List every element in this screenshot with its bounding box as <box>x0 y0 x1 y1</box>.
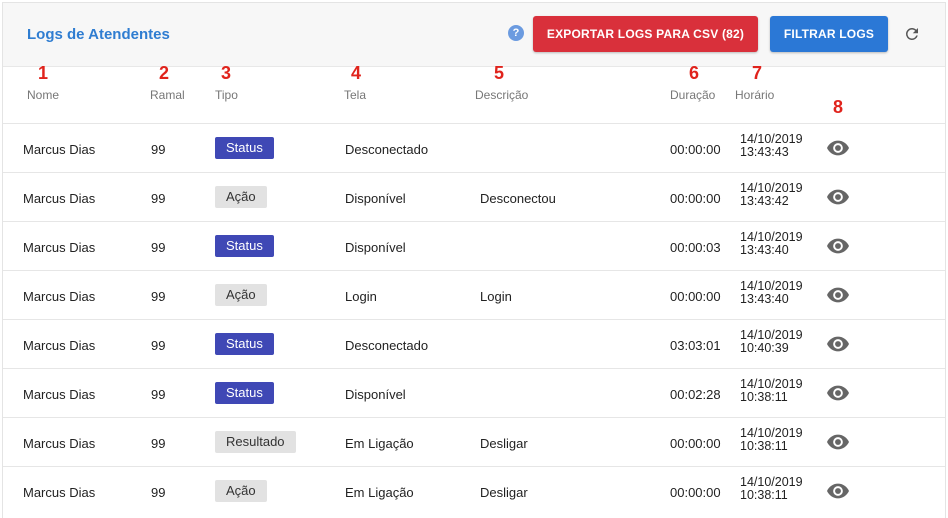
tipo-badge: Resultado <box>215 431 296 453</box>
cell-duracao: 00:00:00 <box>670 142 721 157</box>
cell-horario: 14/10/2019 13:43:40 <box>740 280 803 306</box>
help-icon[interactable]: ? <box>508 25 524 41</box>
horario-time: 13:43:40 <box>740 243 789 257</box>
cell-descricao: Login <box>480 289 512 304</box>
tipo-badge: Ação <box>215 284 267 306</box>
cell-horario: 14/10/2019 10:38:11 <box>740 378 803 404</box>
view-details-eye-icon[interactable] <box>827 434 849 450</box>
horario-time: 10:38:11 <box>740 390 788 404</box>
column-header-nome[interactable]: Nome <box>27 88 59 102</box>
tipo-badge: Ação <box>215 480 267 502</box>
annotation-1: 1 <box>38 63 49 83</box>
cell-horario: 14/10/2019 10:38:11 <box>740 476 803 502</box>
cell-tela: Desconectado <box>345 338 429 353</box>
cell-nome: Marcus Dias <box>23 387 96 402</box>
tipo-badge: Status <box>215 333 274 355</box>
cell-tela: Em Ligação <box>345 436 414 451</box>
filter-logs-button[interactable]: FILTRAR LOGS <box>770 16 888 52</box>
annotation-4: 4 <box>351 63 362 83</box>
cell-descricao: Desligar <box>480 485 528 500</box>
annotation-6: 6 <box>689 63 700 83</box>
cell-tela: Disponível <box>345 387 406 402</box>
horario-time: 13:43:43 <box>740 145 789 159</box>
tipo-badge: Status <box>215 382 274 404</box>
cell-descricao: Desligar <box>480 436 528 451</box>
cell-nome: Marcus Dias <box>23 191 96 206</box>
cell-nome: Marcus Dias <box>23 240 96 255</box>
cell-ramal: 99 <box>151 387 166 402</box>
page-title: Logs de Atendentes <box>27 26 170 43</box>
annotation-3: 3 <box>221 63 232 83</box>
cell-nome: Marcus Dias <box>23 289 96 304</box>
cell-duracao: 00:00:00 <box>670 191 721 206</box>
cell-ramal: 99 <box>151 240 166 255</box>
horario-time: 10:38:11 <box>740 488 788 502</box>
column-header-descricao[interactable]: Descrição <box>475 88 528 102</box>
table-row: Marcus Dias 99 Status Desconectado 03:03… <box>3 319 945 368</box>
horario-time: 13:43:40 <box>740 292 789 306</box>
table-row: Marcus Dias 99 Status Disponível 00:00:0… <box>3 221 945 270</box>
cell-descricao: Desconectou <box>480 191 556 206</box>
cell-tela: Disponível <box>345 191 406 206</box>
annotation-5: 5 <box>494 63 505 83</box>
annotation-8: 8 <box>833 97 844 117</box>
cell-duracao: 00:00:00 <box>670 289 721 304</box>
cell-ramal: 99 <box>151 191 166 206</box>
cell-duracao: 00:02:28 <box>670 387 721 402</box>
cell-duracao: 00:00:00 <box>670 436 721 451</box>
cell-horario: 14/10/2019 10:38:11 <box>740 427 803 453</box>
horario-time: 10:38:11 <box>740 439 788 453</box>
horario-time: 10:40:39 <box>740 341 789 355</box>
column-header-ramal[interactable]: Ramal <box>150 88 185 102</box>
table-row: Marcus Dias 99 Resultado Em Ligação Desl… <box>3 417 945 466</box>
cell-tela: Em Ligação <box>345 485 414 500</box>
cell-ramal: 99 <box>151 289 166 304</box>
tipo-badge: Status <box>215 235 274 257</box>
tipo-badge: Status <box>215 137 274 159</box>
cell-ramal: 99 <box>151 338 166 353</box>
cell-tela: Disponível <box>345 240 406 255</box>
view-details-eye-icon[interactable] <box>827 189 849 205</box>
view-details-eye-icon[interactable] <box>827 385 849 401</box>
cell-nome: Marcus Dias <box>23 142 96 157</box>
cell-horario: 14/10/2019 13:43:43 <box>740 133 803 159</box>
cell-horario: 14/10/2019 13:43:42 <box>740 182 803 208</box>
cell-nome: Marcus Dias <box>23 485 96 500</box>
table-row: Marcus Dias 99 Ação Disponível Desconect… <box>3 172 945 221</box>
cell-horario: 14/10/2019 13:43:40 <box>740 231 803 257</box>
table-row: Marcus Dias 99 Status Disponível 00:02:2… <box>3 368 945 417</box>
view-details-eye-icon[interactable] <box>827 287 849 303</box>
cell-ramal: 99 <box>151 142 166 157</box>
table-row: Marcus Dias 99 Status Desconectado 00:00… <box>3 123 945 172</box>
cell-tela: Login <box>345 289 377 304</box>
tipo-badge: Ação <box>215 186 267 208</box>
cell-nome: Marcus Dias <box>23 338 96 353</box>
cell-tela: Desconectado <box>345 142 429 157</box>
cell-duracao: 03:03:01 <box>670 338 721 353</box>
cell-duracao: 00:00:03 <box>670 240 721 255</box>
column-header-tela[interactable]: Tela <box>344 88 366 102</box>
refresh-icon[interactable] <box>901 23 923 45</box>
horario-time: 13:43:42 <box>740 194 789 208</box>
view-details-eye-icon[interactable] <box>827 140 849 156</box>
annotation-7: 7 <box>752 63 763 83</box>
annotation-2: 2 <box>159 63 170 83</box>
cell-ramal: 99 <box>151 436 166 451</box>
view-details-eye-icon[interactable] <box>827 483 849 499</box>
view-details-eye-icon[interactable] <box>827 336 849 352</box>
logs-panel: Logs de Atendentes ? EXPORTAR LOGS PARA … <box>2 2 946 518</box>
page-header: Logs de Atendentes ? EXPORTAR LOGS PARA … <box>3 3 945 67</box>
cell-horario: 14/10/2019 10:40:39 <box>740 329 803 355</box>
cell-nome: Marcus Dias <box>23 436 96 451</box>
cell-ramal: 99 <box>151 485 166 500</box>
table-row: Marcus Dias 99 Ação Em Ligação Desligar … <box>3 466 945 515</box>
column-header-tipo[interactable]: Tipo <box>215 88 238 102</box>
table-row: Marcus Dias 99 Ação Login Login 00:00:00… <box>3 270 945 319</box>
view-details-eye-icon[interactable] <box>827 238 849 254</box>
export-csv-button[interactable]: EXPORTAR LOGS PARA CSV (82) <box>533 16 758 52</box>
column-header-duracao[interactable]: Duração <box>670 88 715 102</box>
column-header-horario[interactable]: Horário <box>735 88 774 102</box>
cell-duracao: 00:00:00 <box>670 485 721 500</box>
